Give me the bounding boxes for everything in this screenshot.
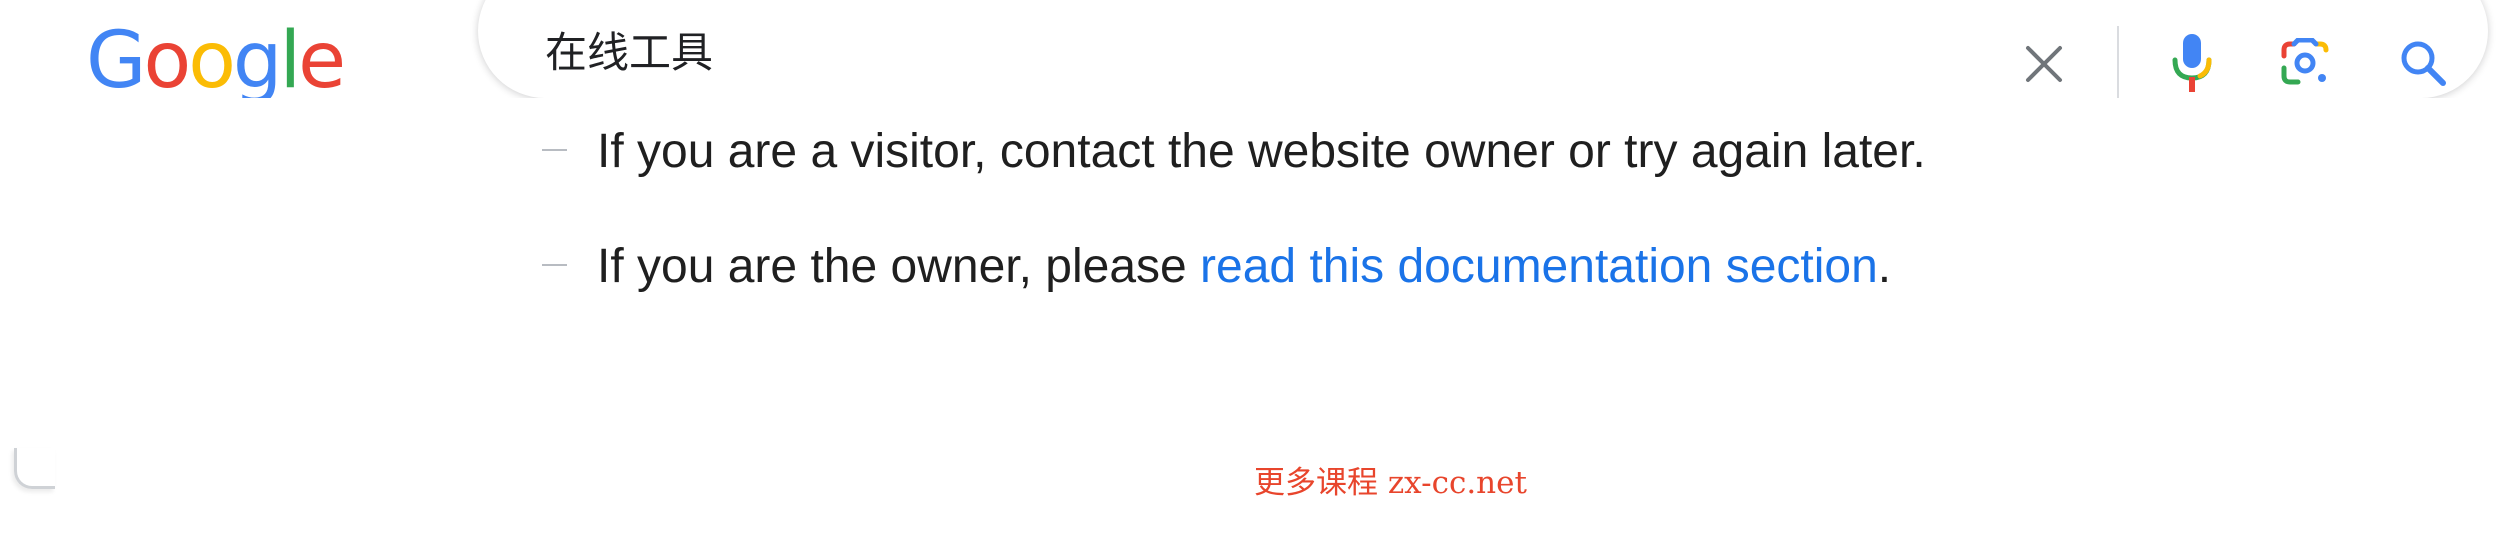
watermark-text: 更多课程 zx-cc.net	[1254, 465, 1527, 501]
logo-letter: o	[143, 22, 191, 102]
visitor-instruction: If you are a visitor, contact the websit…	[542, 128, 1926, 176]
owner-instruction-suffix: .	[1877, 240, 1892, 293]
documentation-link[interactable]: read this documentation section	[1200, 240, 1878, 293]
close-icon	[2026, 46, 2062, 82]
owner-instruction: If you are the owner, please read this d…	[542, 243, 1891, 291]
camera-lens-icon	[2281, 38, 2329, 85]
logo-letter: l	[279, 22, 301, 102]
visitor-instruction-text: If you are a visitor, contact the websit…	[597, 125, 1926, 178]
search-icon	[2401, 41, 2446, 86]
image-search-button[interactable]	[2270, 28, 2340, 98]
card-corner	[14, 448, 55, 489]
list-dash	[542, 264, 567, 267]
search-divider	[2117, 26, 2119, 98]
search-input[interactable]: 在线工具	[545, 32, 713, 74]
list-dash	[542, 149, 567, 152]
logo-letter: g	[232, 22, 282, 102]
clear-search-button[interactable]	[2016, 36, 2072, 92]
voice-search-button[interactable]	[2157, 28, 2227, 98]
logo-letter: e	[298, 22, 344, 102]
google-logo[interactable]: Google	[86, 22, 343, 102]
search-button[interactable]	[2388, 28, 2458, 98]
microphone-icon	[2172, 34, 2212, 92]
owner-instruction-text: If you are the owner, please	[597, 240, 1201, 293]
logo-letter: o	[188, 22, 236, 102]
logo-letter: G	[86, 22, 146, 102]
